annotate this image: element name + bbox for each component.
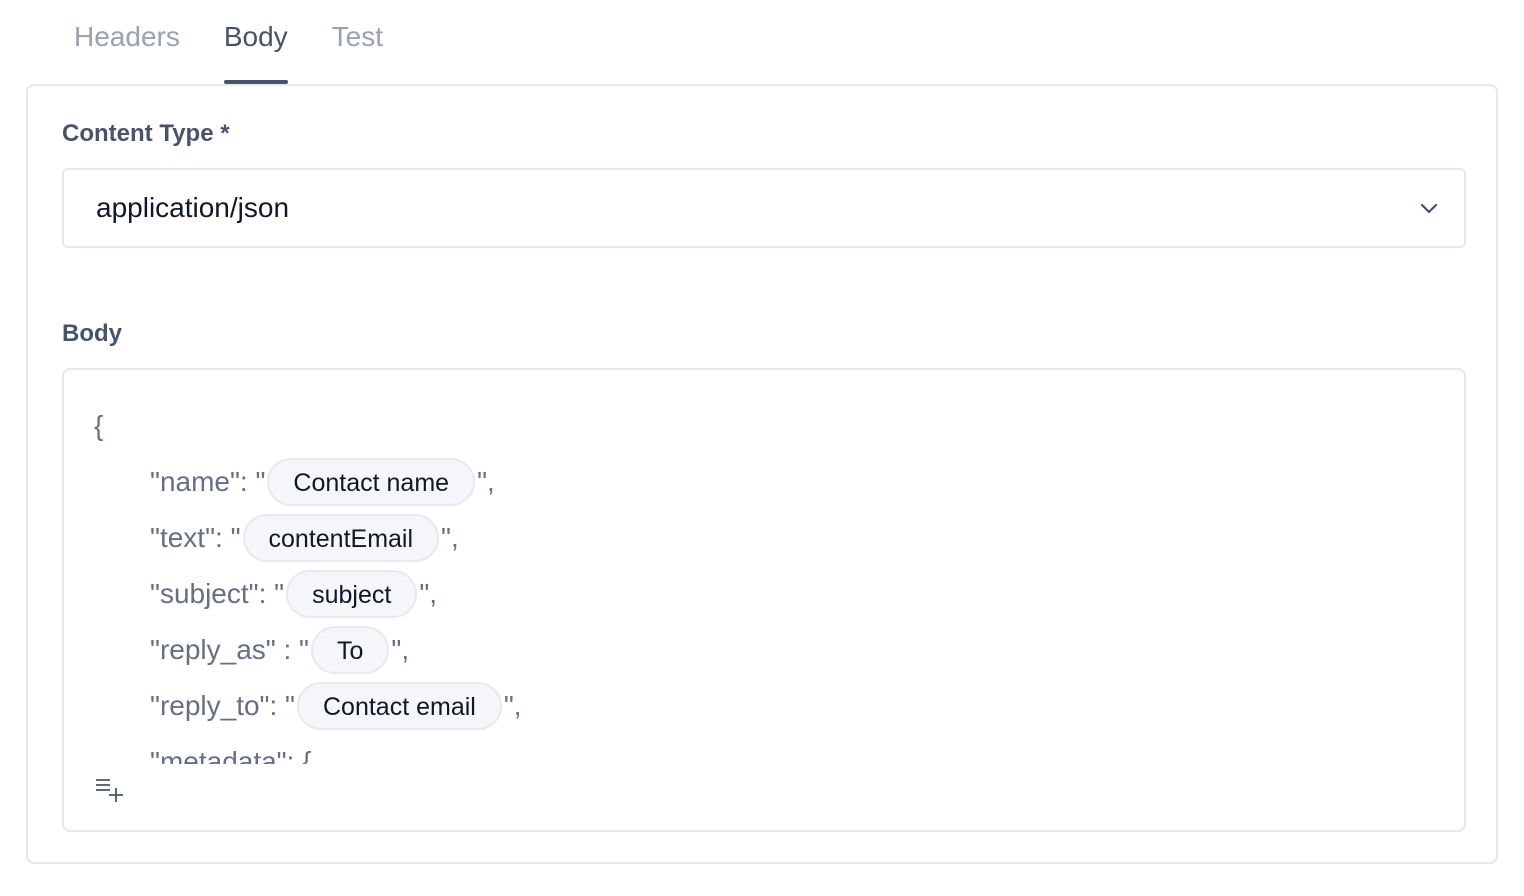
code-key: "reply_as" : " — [150, 634, 309, 665]
content-type-label: Content Type * — [62, 120, 230, 147]
body-label: Body — [62, 320, 122, 347]
code-key: "subject": " — [150, 578, 285, 609]
variable-chip-subject[interactable]: subject — [286, 570, 418, 618]
code-key: "name": " — [150, 466, 266, 497]
code-line-reply-to: "reply_to": " Contact email ", — [94, 678, 1434, 734]
code-line: { — [94, 398, 1434, 454]
code-key: "metadata": { — [150, 746, 312, 764]
variable-chip-contact-name[interactable]: Contact name — [267, 458, 476, 506]
code-line-metadata: "metadata": { — [94, 734, 1434, 764]
json-code[interactable]: { "name": " Contact name ", "text": " conte… — [94, 398, 1434, 764]
tab-test[interactable]: Test — [332, 0, 383, 84]
code-suffix: ", — [419, 578, 438, 609]
code-line-subject: "subject": " subject ", — [94, 566, 1434, 622]
tab-bar: Headers Body Test — [74, 0, 427, 84]
variable-chip-contact-email[interactable]: Contact email — [297, 682, 502, 730]
code-suffix: ", — [477, 466, 495, 497]
content-type-value: application/json — [96, 192, 290, 223]
tab-body[interactable]: Body — [223, 0, 288, 84]
code-line-text: "text": " contentEmail ", — [94, 510, 1434, 566]
tab-headers[interactable]: Headers — [74, 0, 180, 84]
body-settings-panel: Content Type * application/json Body { "… — [26, 84, 1498, 864]
variable-chip-to[interactable]: To — [311, 626, 390, 674]
chevron-down-icon — [1420, 203, 1438, 214]
code-line-reply-as: "reply_as" : " To ", — [94, 622, 1434, 678]
code-suffix: ", — [503, 690, 522, 721]
content-type-select[interactable]: application/json — [62, 168, 1466, 248]
code-suffix: ", — [391, 634, 410, 665]
body-editor[interactable]: { "name": " Contact name ", "text": " conte… — [62, 368, 1466, 832]
code-key: "text": " — [150, 522, 241, 553]
code-line-name: "name": " Contact name ", — [94, 454, 1434, 510]
variable-chip-content-email[interactable]: contentEmail — [242, 514, 440, 562]
open-brace: { — [94, 410, 104, 441]
code-key: "reply_to": " — [150, 690, 295, 721]
code-suffix: ", — [441, 522, 459, 553]
list-add-icon[interactable] — [94, 774, 126, 806]
